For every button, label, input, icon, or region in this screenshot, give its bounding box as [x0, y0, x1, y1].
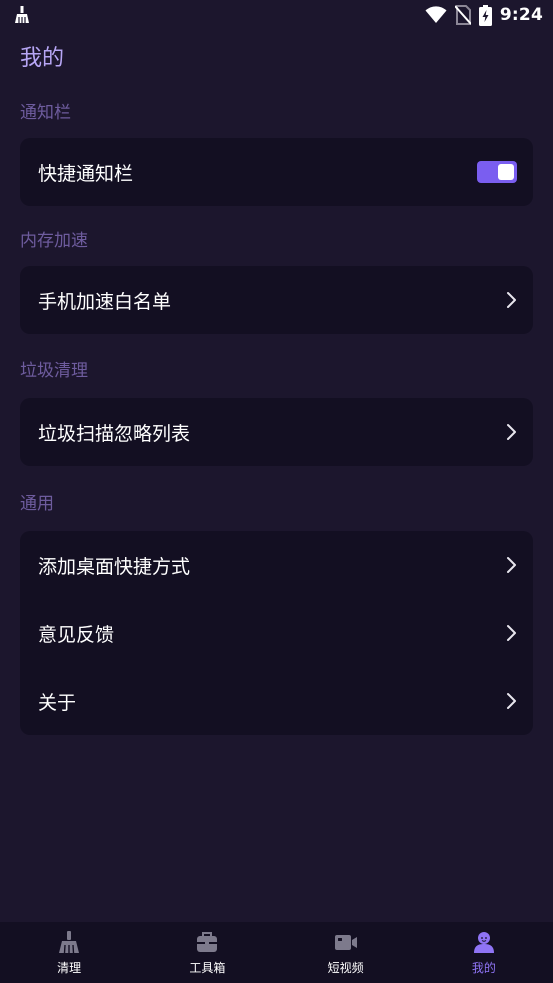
card-general: 添加桌面快捷方式 意见反馈 关于 — [20, 531, 533, 735]
row-add-shortcut[interactable]: 添加桌面快捷方式 — [20, 531, 533, 599]
nav-item-clean[interactable]: 清理 — [0, 922, 138, 983]
nav-item-mine[interactable]: 我的 — [415, 922, 553, 983]
toggle-knob — [498, 164, 514, 180]
row-label: 手机加速白名单 — [38, 290, 172, 313]
card-memory: 手机加速白名单 — [20, 266, 533, 334]
no-sim-icon — [454, 5, 471, 25]
section-title-general: 通用 — [20, 494, 54, 514]
card-junk: 垃圾扫描忽略列表 — [20, 398, 533, 466]
wifi-icon — [425, 6, 447, 23]
row-scan-ignore-list[interactable]: 垃圾扫描忽略列表 — [20, 398, 533, 466]
user-profile-icon — [473, 932, 494, 953]
chevron-right-icon — [507, 424, 516, 440]
video-camera-icon — [334, 935, 357, 950]
quick-notification-toggle[interactable] — [477, 161, 517, 183]
row-label: 意见反馈 — [38, 623, 115, 646]
nav-label-clean: 清理 — [57, 961, 82, 975]
broom-icon — [59, 931, 80, 954]
nav-label-toolbox: 工具箱 — [189, 961, 226, 975]
chevron-right-icon — [507, 557, 516, 573]
row-label: 添加桌面快捷方式 — [38, 555, 191, 578]
row-label: 垃圾扫描忽略列表 — [38, 422, 191, 445]
toolbox-icon — [197, 932, 218, 952]
nav-item-video[interactable]: 短视频 — [277, 922, 415, 983]
row-label: 关于 — [38, 691, 77, 714]
nav-label-mine: 我的 — [471, 961, 496, 975]
bottom-nav: 清理 工具箱 短视频 我的 — [0, 922, 553, 983]
card-notification: 快捷通知栏 — [20, 138, 533, 206]
page-title: 我的 — [20, 46, 65, 71]
chevron-right-icon — [507, 693, 516, 709]
chevron-right-icon — [507, 625, 516, 641]
section-title-memory: 内存加速 — [20, 231, 88, 251]
row-label: 快捷通知栏 — [38, 162, 134, 185]
row-quick-notification[interactable]: 快捷通知栏 — [20, 138, 533, 206]
status-time: 9:24 — [499, 5, 543, 25]
row-feedback[interactable]: 意见反馈 — [20, 599, 533, 667]
nav-label-video: 短视频 — [327, 961, 364, 975]
nav-item-toolbox[interactable]: 工具箱 — [138, 922, 276, 983]
battery-charging-icon — [478, 4, 492, 26]
row-boost-whitelist[interactable]: 手机加速白名单 — [20, 266, 533, 334]
cleaner-notification-icon — [15, 6, 29, 23]
row-about[interactable]: 关于 — [20, 667, 533, 735]
section-title-notification: 通知栏 — [20, 103, 71, 123]
section-title-junk: 垃圾清理 — [20, 361, 88, 381]
chevron-right-icon — [507, 292, 516, 308]
status-bar: 9:24 — [0, 0, 553, 30]
